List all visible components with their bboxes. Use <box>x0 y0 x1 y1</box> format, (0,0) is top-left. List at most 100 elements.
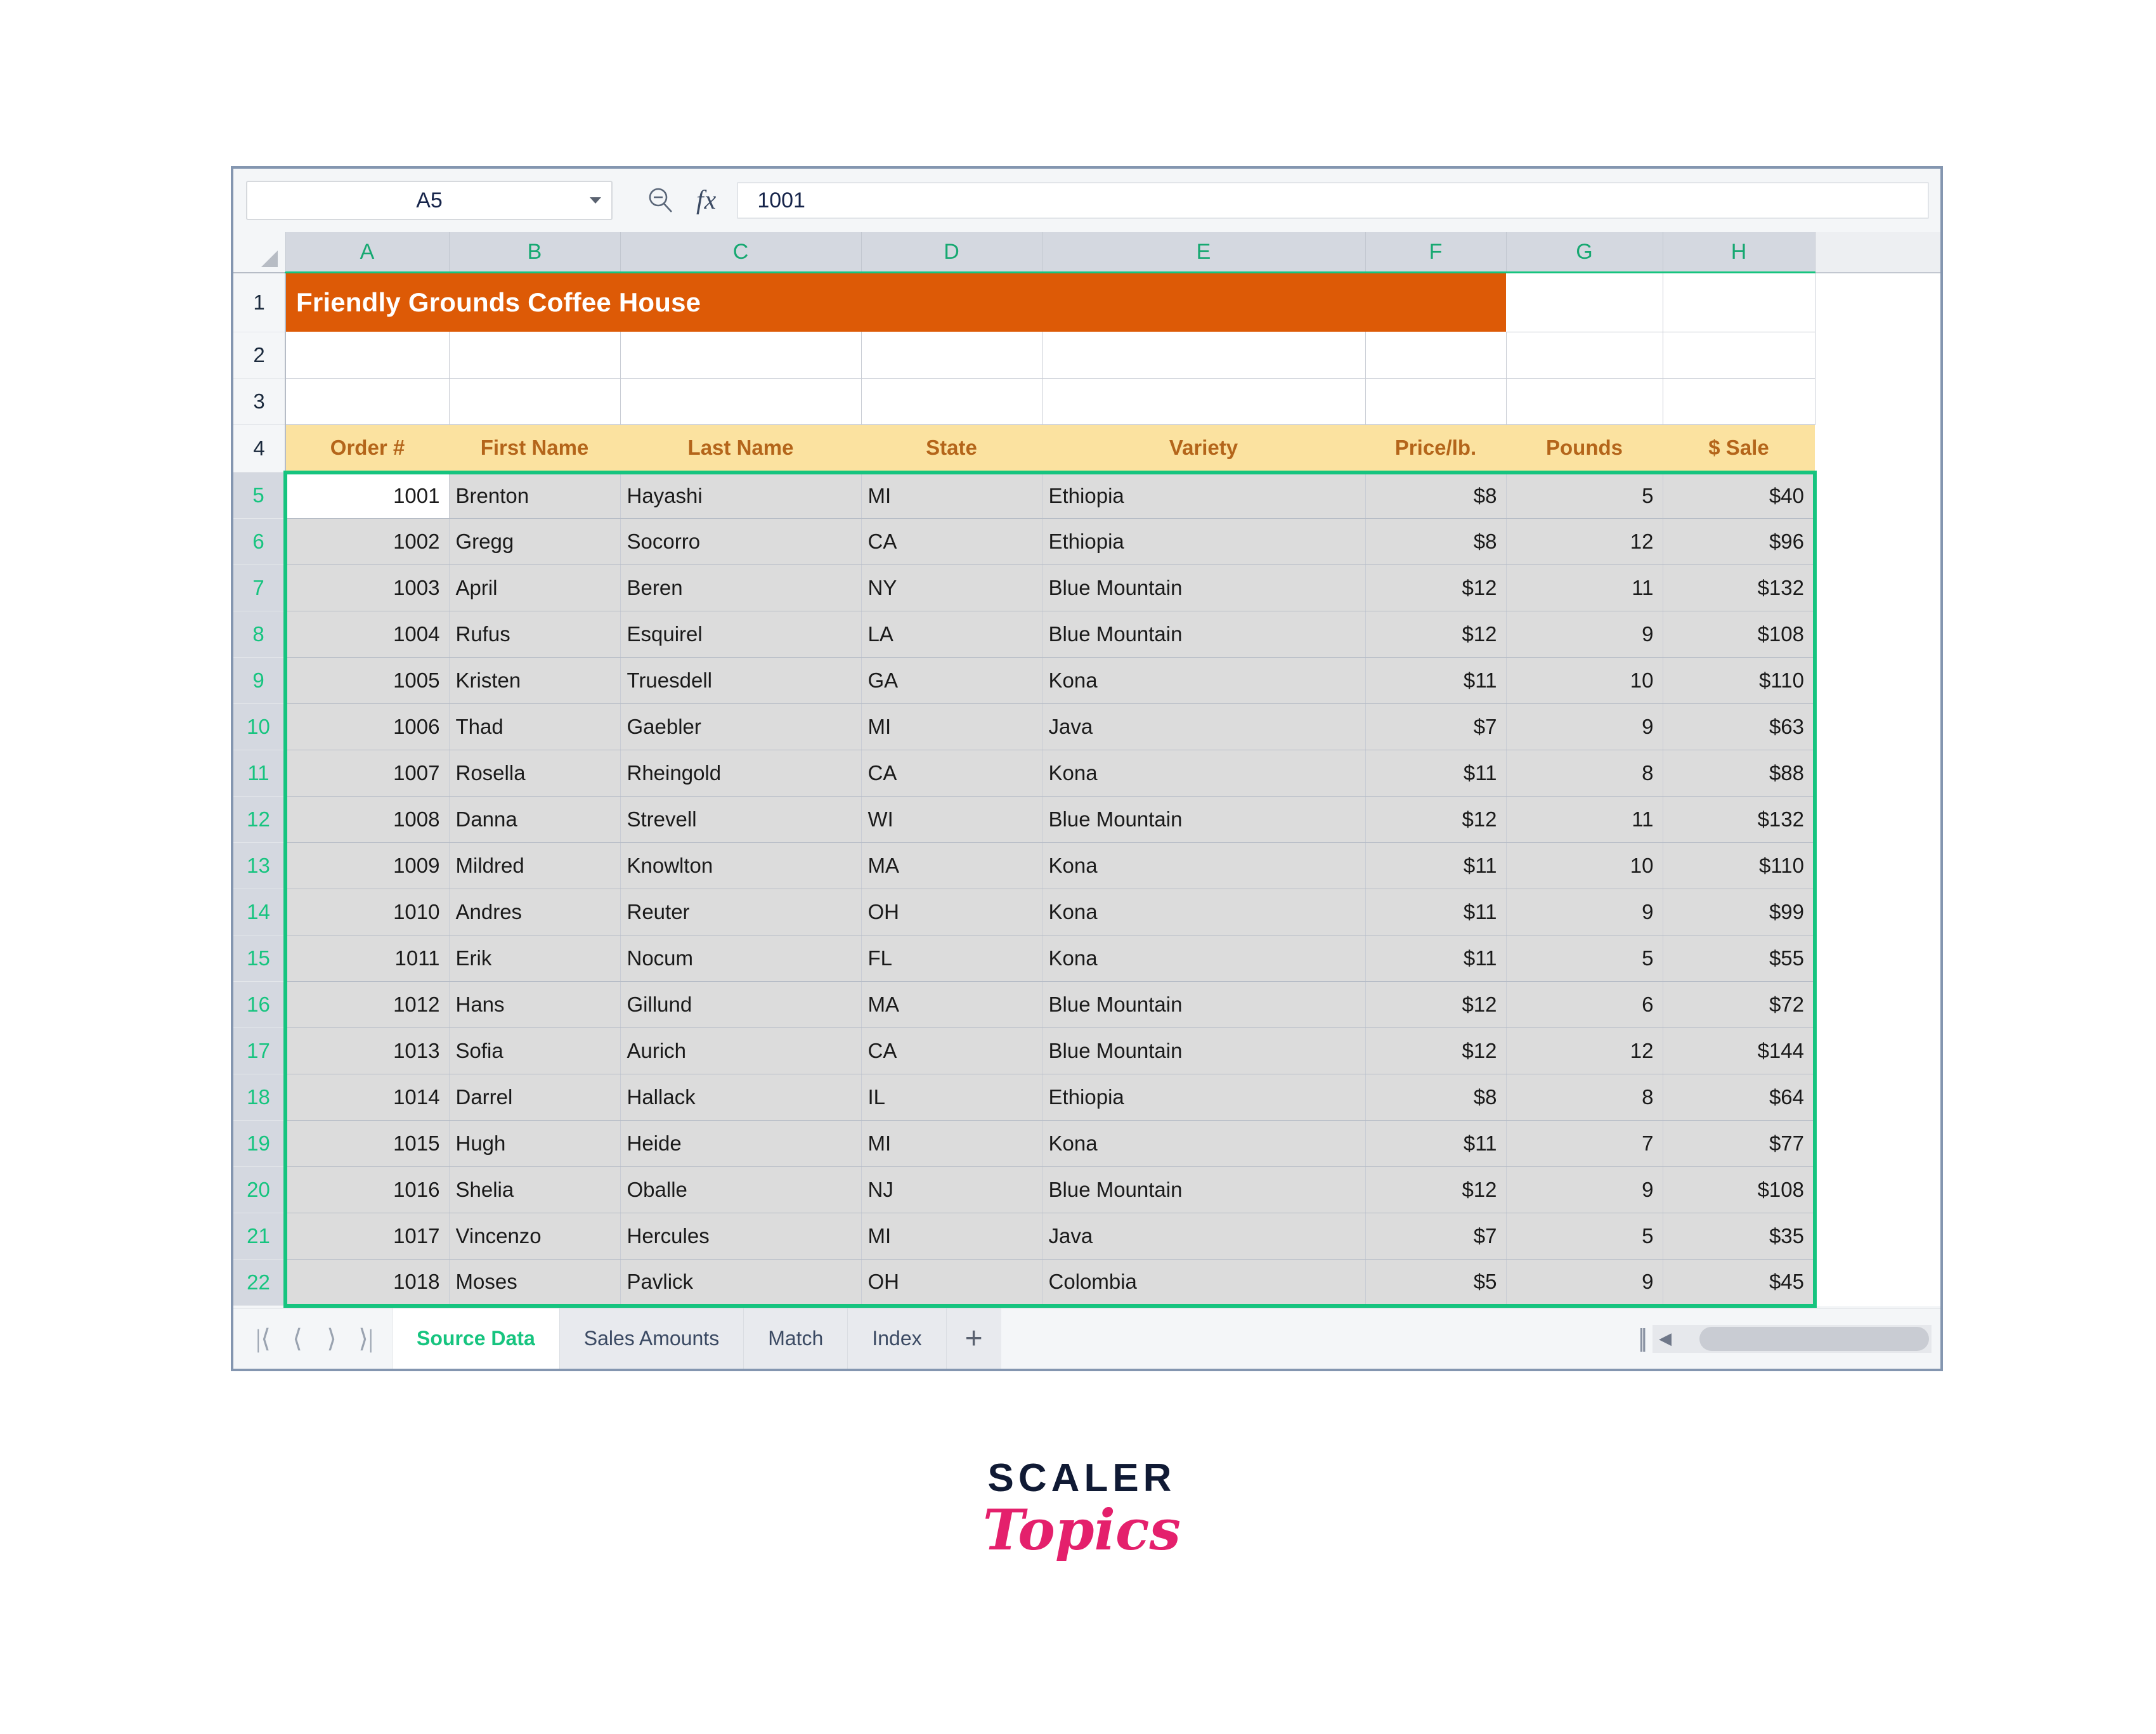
cell-price[interactable]: $11 <box>1365 842 1507 889</box>
cell-state[interactable]: CA <box>861 518 1042 565</box>
chevron-down-icon[interactable] <box>590 197 601 204</box>
cell-price[interactable]: $11 <box>1365 889 1507 935</box>
scrollbar-thumb[interactable] <box>1699 1326 1929 1351</box>
cell-state[interactable]: FL <box>861 935 1042 982</box>
cell-variety[interactable]: Java <box>1042 703 1366 750</box>
sheet-tab-index[interactable]: Index <box>848 1308 947 1369</box>
cell-variety[interactable]: Java <box>1042 1213 1366 1260</box>
cell-pounds[interactable]: 9 <box>1506 1259 1663 1308</box>
cell-order[interactable]: 1005 <box>283 657 450 704</box>
cell-state[interactable]: NY <box>861 564 1042 611</box>
table-header-price[interactable]: Price/lb. <box>1365 424 1506 473</box>
cell-state[interactable]: CA <box>861 1027 1042 1074</box>
cell-order[interactable]: 1003 <box>283 564 450 611</box>
cell-order[interactable]: 1013 <box>283 1027 450 1074</box>
cell-last-name[interactable]: Aurich <box>620 1027 862 1074</box>
first-sheet-icon[interactable]: |⟨ <box>246 1322 280 1356</box>
cell-h2[interactable] <box>1663 332 1815 379</box>
cell-price[interactable]: $11 <box>1365 657 1507 704</box>
cell-sale[interactable]: $55 <box>1663 935 1817 982</box>
cell-variety[interactable]: Ethiopia <box>1042 470 1366 519</box>
column-header-h[interactable]: H <box>1663 232 1815 273</box>
cell-state[interactable]: OH <box>861 889 1042 935</box>
cell-state[interactable]: MI <box>861 1120 1042 1167</box>
row-header-13[interactable]: 13 <box>233 842 287 889</box>
cell-variety[interactable]: Kona <box>1042 657 1366 704</box>
select-all-corner[interactable] <box>233 232 286 273</box>
table-header-last-name[interactable]: Last Name <box>620 424 861 473</box>
cell-pounds[interactable]: 5 <box>1506 1213 1663 1260</box>
cell-last-name[interactable]: Oballe <box>620 1166 862 1213</box>
cell-variety[interactable]: Blue Mountain <box>1042 564 1366 611</box>
cell-order[interactable]: 1004 <box>283 611 450 658</box>
cell-price[interactable]: $12 <box>1365 796 1507 843</box>
cell-price[interactable]: $8 <box>1365 518 1507 565</box>
cell-variety[interactable]: Kona <box>1042 889 1366 935</box>
cell-last-name[interactable]: Hercules <box>620 1213 862 1260</box>
row-header-10[interactable]: 10 <box>233 703 287 750</box>
row-header-14[interactable]: 14 <box>233 889 287 935</box>
cell-first-name[interactable]: Andres <box>449 889 621 935</box>
cell-order[interactable]: 1015 <box>283 1120 450 1167</box>
cell-pounds[interactable]: 5 <box>1506 935 1663 982</box>
sheet-tab-sales-amounts[interactable]: Sales Amounts <box>559 1308 744 1369</box>
cell-pounds[interactable]: 9 <box>1506 611 1663 658</box>
row-header-4[interactable]: 4 <box>233 424 286 473</box>
cell-price[interactable]: $7 <box>1365 1213 1507 1260</box>
cell-last-name[interactable]: Gillund <box>620 981 862 1028</box>
table-header-first-name[interactable]: First Name <box>449 424 620 473</box>
row-header-12[interactable]: 12 <box>233 796 287 843</box>
cell-price[interactable]: $5 <box>1365 1259 1507 1308</box>
cell-variety[interactable]: Blue Mountain <box>1042 981 1366 1028</box>
cell-order[interactable]: 1017 <box>283 1213 450 1260</box>
cell-last-name[interactable]: Reuter <box>620 889 862 935</box>
cell-sale[interactable]: $108 <box>1663 611 1817 658</box>
cell-order[interactable]: 1006 <box>283 703 450 750</box>
row-header-9[interactable]: 9 <box>233 657 287 704</box>
cell-variety[interactable]: Ethiopia <box>1042 1074 1366 1121</box>
cell-pounds[interactable]: 8 <box>1506 1074 1663 1121</box>
cell-price[interactable]: $12 <box>1365 1166 1507 1213</box>
cell-first-name[interactable]: Moses <box>449 1259 621 1308</box>
formula-input[interactable]: 1001 <box>737 182 1929 219</box>
column-header-e[interactable]: E <box>1042 232 1366 273</box>
cell-state[interactable]: OH <box>861 1259 1042 1308</box>
row-header-8[interactable]: 8 <box>233 611 287 658</box>
row-header-19[interactable]: 19 <box>233 1120 287 1167</box>
cell-state[interactable]: MA <box>861 842 1042 889</box>
cell-order[interactable]: 1001 <box>283 470 450 519</box>
row-header-16[interactable]: 16 <box>233 981 287 1028</box>
cell-a2[interactable] <box>285 332 450 379</box>
cell-b3[interactable] <box>449 378 621 425</box>
spreadsheet-grid[interactable]: A B C D E F G H 1 Friendly Grounds Coffe… <box>233 232 1940 1310</box>
cell-first-name[interactable]: Rosella <box>449 750 621 797</box>
cell-first-name[interactable]: Erik <box>449 935 621 982</box>
cell-order[interactable]: 1009 <box>283 842 450 889</box>
cell-price[interactable]: $12 <box>1365 564 1507 611</box>
table-header-pounds[interactable]: Pounds <box>1506 424 1663 473</box>
cell-order[interactable]: 1014 <box>283 1074 450 1121</box>
cell-price[interactable]: $11 <box>1365 750 1507 797</box>
column-header-d[interactable]: D <box>861 232 1042 273</box>
cell-g2[interactable] <box>1506 332 1663 379</box>
cell-first-name[interactable]: Brenton <box>449 470 621 519</box>
column-header-b[interactable]: B <box>449 232 621 273</box>
cell-state[interactable]: WI <box>861 796 1042 843</box>
cell-variety[interactable]: Kona <box>1042 842 1366 889</box>
cell-pounds[interactable]: 9 <box>1506 1166 1663 1213</box>
cell-first-name[interactable]: Hugh <box>449 1120 621 1167</box>
cell-order[interactable]: 1010 <box>283 889 450 935</box>
cell-pounds[interactable]: 12 <box>1506 518 1663 565</box>
row-header-1[interactable]: 1 <box>233 272 286 332</box>
cell-pounds[interactable]: 12 <box>1506 1027 1663 1074</box>
cell-price[interactable]: $11 <box>1365 1120 1507 1167</box>
prev-sheet-icon[interactable]: ⟨ <box>280 1322 315 1356</box>
cell-sale[interactable]: $72 <box>1663 981 1817 1028</box>
cell-state[interactable]: MI <box>861 703 1042 750</box>
cell-state[interactable]: IL <box>861 1074 1042 1121</box>
cell-sale[interactable]: $63 <box>1663 703 1817 750</box>
row-header-17[interactable]: 17 <box>233 1027 287 1074</box>
cell-variety[interactable]: Kona <box>1042 750 1366 797</box>
cell-last-name[interactable]: Pavlick <box>620 1259 862 1308</box>
cell-g3[interactable] <box>1506 378 1663 425</box>
